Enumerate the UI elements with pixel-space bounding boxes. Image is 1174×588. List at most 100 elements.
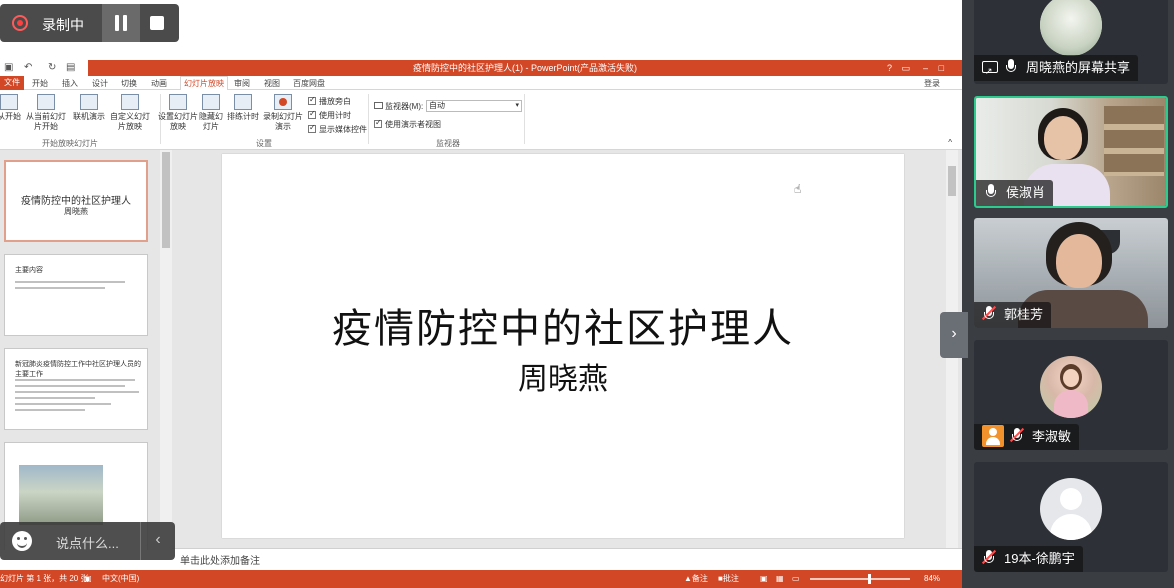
help-icon[interactable]: ?: [887, 60, 892, 76]
checkbox-narration[interactable]: 播放旁白: [308, 95, 351, 107]
reading-view-icon[interactable]: ▭: [792, 570, 800, 588]
participant-tile-avatar[interactable]: 李淑敏: [974, 340, 1168, 450]
tab-file[interactable]: 文件: [0, 76, 24, 90]
checkbox-timing[interactable]: 使用计时: [308, 109, 351, 121]
thumbnail-text-line: [15, 281, 125, 283]
checkbox-media-controls[interactable]: 显示媒体控件: [308, 123, 367, 135]
mouse-cursor-icon: ☝: [794, 182, 802, 196]
thumbnail-text-line: [15, 385, 125, 387]
undo-icon[interactable]: ↶: [24, 62, 32, 73]
thumbnail-text-line: [15, 391, 139, 393]
checkbox-icon: [308, 109, 316, 119]
participant-tile-share[interactable]: 周晓燕的屏幕共享: [974, 0, 1168, 84]
scrollbar-thumb[interactable]: [162, 152, 170, 248]
ribbon-separator: [368, 94, 369, 144]
default-avatar-icon: [1060, 488, 1082, 510]
participant-name: 侯淑肖: [976, 180, 1054, 206]
avatar: [1040, 356, 1102, 418]
normal-view-icon[interactable]: ▣: [760, 570, 768, 588]
chat-input-bar[interactable]: 说点什么... ‹: [0, 522, 175, 560]
stop-recording-button[interactable]: [150, 16, 164, 30]
spellcheck-icon[interactable]: ▣: [84, 570, 92, 588]
mic-muted-icon: [981, 305, 997, 323]
monitor-label: 监视器(M):: [374, 101, 423, 112]
save-icon[interactable]: ▣: [4, 62, 13, 73]
recording-status: 录制中: [42, 17, 84, 33]
video-person: [1044, 116, 1082, 160]
tab-home[interactable]: 开始: [32, 78, 48, 89]
checkbox-presenter-view[interactable]: 使用演示者视图: [374, 118, 441, 130]
online-present-button[interactable]: 联机演示: [72, 94, 106, 122]
from-current-button[interactable]: 从当前幻灯片开始: [24, 94, 68, 132]
slide-thumbnail-3[interactable]: 新冠肺炎疫情防控工作中社区护理人员的主要工作: [4, 348, 148, 430]
slide-thumbnail-1[interactable]: 疫情防控中的社区护理人 周晓燕: [4, 160, 148, 242]
avatar-image: [1063, 369, 1079, 387]
avatar-image: [1054, 390, 1088, 418]
zoom-level[interactable]: 84%: [924, 570, 940, 588]
tab-transitions[interactable]: 切换: [121, 78, 137, 89]
setup-show-button[interactable]: 设置幻灯片放映: [158, 94, 198, 132]
chevron-down-icon: ▾: [515, 102, 519, 109]
tab-animations[interactable]: 动画: [151, 78, 167, 89]
maximize-icon[interactable]: □: [939, 60, 944, 76]
thumbnail-scrollbar[interactable]: [160, 150, 172, 550]
tab-review[interactable]: 审阅: [234, 78, 250, 89]
comments-toggle[interactable]: ■ 批注: [718, 570, 739, 588]
chevron-left-icon[interactable]: ‹: [140, 522, 175, 560]
group-start-show: 开始放映幻灯片: [42, 139, 98, 148]
tab-view[interactable]: 视图: [264, 78, 280, 89]
thumbnail-photo: [19, 465, 103, 525]
mic-muted-icon: [1009, 427, 1025, 445]
slide-title[interactable]: 疫情防控中的社区护理人: [222, 296, 904, 354]
tab-slideshow[interactable]: 幻灯片放映: [180, 76, 228, 90]
mic-icon: [1004, 58, 1018, 76]
monitor-select[interactable]: 自动 ▾: [426, 100, 522, 112]
ribbon-options-icon[interactable]: ▭: [901, 60, 910, 76]
current-slide[interactable]: 疫情防控中的社区护理人 周晓燕 ☝: [222, 154, 904, 538]
tab-design[interactable]: 设计: [92, 78, 108, 89]
language-indicator[interactable]: 中文(中国): [102, 570, 139, 588]
participant-tile-avatar[interactable]: 19本-徐鹏宇: [974, 462, 1168, 572]
thumbnail-text-line: [15, 379, 135, 381]
hide-slide-button[interactable]: 隐藏幻灯片: [199, 94, 223, 132]
chat-input[interactable]: 说点什么...: [56, 533, 119, 552]
participant-tile-video[interactable]: 郭桂芳: [974, 218, 1168, 328]
from-start-button[interactable]: 从开始: [0, 94, 22, 122]
checkbox-icon: [374, 118, 382, 128]
thumbnail-text-line: [15, 409, 85, 411]
expand-panel-button[interactable]: ›: [940, 312, 968, 358]
checkbox-icon: [308, 95, 316, 105]
setup-show-icon: [169, 94, 187, 110]
slide-thumbnail-2[interactable]: 主要内容: [4, 254, 148, 336]
custom-show-icon: [121, 94, 139, 110]
record-show-button[interactable]: 录制幻灯片演示: [262, 94, 304, 132]
redo-icon[interactable]: ↻: [48, 62, 56, 73]
slide-counter: 幻灯片 第 1 张，共 20 张: [0, 574, 89, 583]
monitor-icon: [374, 102, 383, 109]
tab-insert[interactable]: 插入: [62, 78, 78, 89]
participant-name: 周晓燕的屏幕共享: [974, 55, 1139, 84]
notes-pane[interactable]: 单击此处添加备注: [172, 548, 962, 570]
participant-tile-video[interactable]: 侯淑肖: [974, 96, 1168, 208]
shared-powerpoint-window: ▣ ↶ ↻ ▤ 疫情防控中的社区护理人(1) - PowerPoint(产品激活…: [0, 0, 962, 588]
sorter-view-icon[interactable]: ▦: [776, 570, 784, 588]
emoji-icon[interactable]: [12, 531, 32, 551]
login-link[interactable]: 登录: [924, 78, 940, 89]
avatar-image: [1040, 0, 1102, 56]
participants-panel: 周晓燕的屏幕共享 侯淑肖 郭桂芳: [968, 0, 1174, 588]
notes-toggle[interactable]: ▲ 备注: [684, 570, 708, 588]
scrollbar-thumb[interactable]: [948, 166, 956, 196]
rehearse-button[interactable]: 排练计时: [226, 94, 260, 122]
zoom-slider[interactable]: [810, 574, 910, 584]
collapse-ribbon-icon[interactable]: ^: [948, 138, 952, 147]
checkbox-icon: [308, 123, 316, 133]
minimize-icon[interactable]: –: [923, 60, 928, 76]
pause-recording-button[interactable]: [102, 4, 140, 42]
tab-baidu-netdisk[interactable]: 百度网盘: [293, 78, 325, 89]
custom-show-button[interactable]: 自定义幻灯片放映: [108, 94, 152, 132]
slide-subtitle[interactable]: 周晓燕: [222, 354, 904, 398]
zoom-slider-handle[interactable]: [868, 574, 871, 584]
present-icon[interactable]: ▤: [66, 62, 75, 73]
hide-slide-icon: [202, 94, 220, 110]
mute-slash: [981, 305, 997, 321]
